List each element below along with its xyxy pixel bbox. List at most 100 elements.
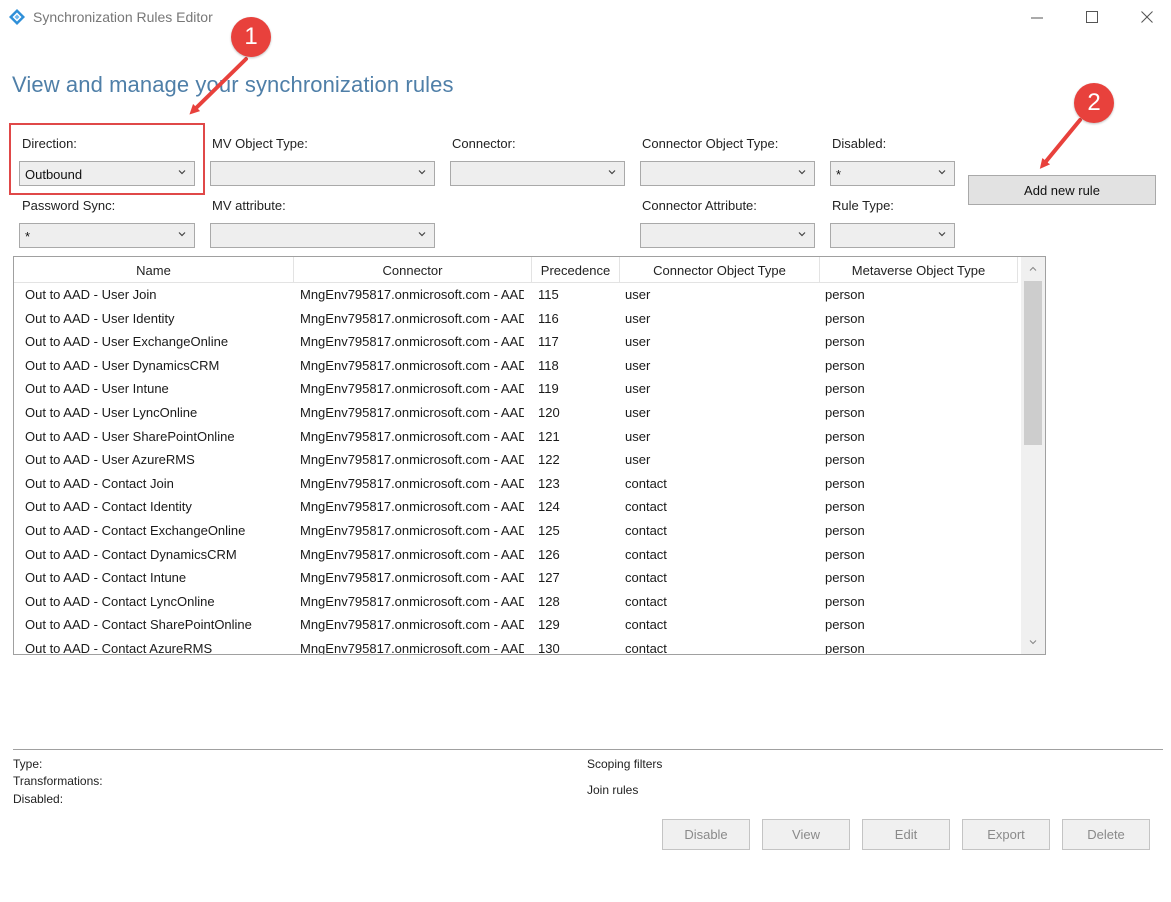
cell-precedence: 128 — [538, 593, 560, 609]
table-row[interactable]: Out to AAD - Contact LyncOnline MngEnv795… — [14, 590, 1018, 614]
export-button[interactable]: Export — [962, 819, 1050, 850]
cell-precedence: 129 — [538, 617, 560, 633]
chevron-down-icon — [178, 232, 186, 237]
window-title: Synchronization Rules Editor — [33, 9, 213, 25]
close-button[interactable] — [1132, 4, 1162, 30]
disabled-filter-select[interactable]: * — [830, 161, 955, 186]
cell-name: Out to AAD - User ExchangeOnline — [25, 334, 229, 350]
chevron-down-icon — [1029, 640, 1037, 645]
cell-name: Out to AAD - Contact DynamicsCRM — [25, 546, 237, 562]
cell-precedence: 126 — [538, 546, 560, 562]
chevron-down-icon — [418, 170, 426, 175]
chevron-up-icon — [1029, 266, 1037, 271]
table-row[interactable]: Out to AAD - User SharePointOnline MngEnv… — [14, 425, 1018, 449]
chevron-down-icon — [798, 232, 806, 237]
cell-connector: MngEnv795817.onmicrosoft.com - AAD — [300, 310, 524, 326]
cell-precedence: 117 — [538, 334, 559, 350]
table-row[interactable]: Out to AAD - Contact SharePointOnline Mng… — [14, 613, 1018, 637]
cell-connector: MngEnv795817.onmicrosoft.com - AAD — [300, 499, 524, 515]
chevron-down-icon — [608, 170, 616, 175]
rules-table[interactable]: Name Connector Precedence Connector Obje… — [13, 256, 1046, 655]
cell-metaverse-object-type: person — [825, 593, 865, 609]
connector-select[interactable] — [450, 161, 625, 186]
table-row[interactable]: Out to AAD - User Intune MngEnv795817.onm… — [14, 377, 1018, 401]
scroll-up-button[interactable] — [1021, 257, 1045, 281]
delete-button[interactable]: Delete — [1062, 819, 1150, 850]
column-header-connector[interactable]: Connector — [294, 257, 532, 283]
table-row[interactable]: Out to AAD - Contact Intune MngEnv795817.… — [14, 566, 1018, 590]
cell-connector-object-type: user — [625, 334, 651, 350]
table-row[interactable]: Out to AAD - Contact Join MngEnv795817.on… — [14, 472, 1018, 496]
table-row[interactable]: Out to AAD - User AzureRMS MngEnv795817.o… — [14, 448, 1018, 472]
scroll-down-button[interactable] — [1021, 630, 1045, 654]
chevron-down-icon — [938, 232, 946, 237]
maximize-icon — [1086, 11, 1098, 23]
rule-type-select[interactable] — [830, 223, 955, 248]
disabled-filter-label: Disabled: — [832, 136, 887, 151]
table-row[interactable]: Out to AAD - Contact Identity MngEnv79581… — [14, 495, 1018, 519]
cell-metaverse-object-type: person — [825, 617, 865, 633]
table-row[interactable]: Out to AAD - User Join MngEnv795817.onmic… — [14, 283, 1018, 307]
cell-name: Out to AAD - User LyncOnline — [25, 404, 198, 420]
cell-metaverse-object-type: person — [825, 475, 865, 491]
join-rules-label: Join rules — [587, 783, 639, 797]
disable-button[interactable]: Disable — [662, 819, 750, 850]
password-sync-select[interactable]: * — [19, 223, 195, 248]
cell-metaverse-object-type: person — [825, 640, 865, 655]
view-button[interactable]: View — [762, 819, 850, 850]
table-body: Out to AAD - User Join MngEnv795817.onmic… — [14, 283, 1018, 655]
cell-precedence: 121 — [538, 428, 560, 444]
cell-connector: MngEnv795817.onmicrosoft.com - AAD — [300, 546, 524, 562]
column-header-connector-object-type[interactable]: Connector Object Type — [620, 257, 820, 283]
cell-metaverse-object-type: person — [825, 570, 865, 586]
cell-metaverse-object-type: person — [825, 381, 865, 397]
column-header-metaverse-object-type[interactable]: Metaverse Object Type — [820, 257, 1018, 283]
callout-badge-1: 1 — [231, 17, 271, 57]
edit-button[interactable]: Edit — [862, 819, 950, 850]
scrollbar-thumb[interactable] — [1024, 281, 1042, 445]
cell-connector-object-type: contact — [625, 570, 667, 586]
cell-connector-object-type: contact — [625, 522, 667, 538]
connector-label: Connector: — [452, 136, 516, 151]
cell-connector: MngEnv795817.onmicrosoft.com - AAD — [300, 522, 524, 538]
table-row[interactable]: Out to AAD - Contact AzureRMS MngEnv79581… — [14, 637, 1018, 655]
cell-precedence: 120 — [538, 404, 560, 420]
table-row[interactable]: Out to AAD - User DynamicsCRM MngEnv79581… — [14, 354, 1018, 378]
connector-attribute-select[interactable] — [640, 223, 815, 248]
column-header-name[interactable]: Name — [14, 257, 294, 283]
title-bar: Synchronization Rules Editor — [0, 0, 1171, 34]
cell-name: Out to AAD - Contact ExchangeOnline — [25, 522, 246, 538]
connector-object-type-select[interactable] — [640, 161, 815, 186]
maximize-button[interactable] — [1077, 4, 1107, 30]
close-icon — [1141, 11, 1153, 23]
cell-name: Out to AAD - Contact SharePointOnline — [25, 617, 252, 633]
cell-connector-object-type: user — [625, 452, 651, 468]
table-row[interactable]: Out to AAD - User Identity MngEnv795817.o… — [14, 307, 1018, 331]
direction-highlight-box — [9, 123, 205, 195]
mv-attribute-select[interactable] — [210, 223, 435, 248]
table-row[interactable]: Out to AAD - User LyncOnline MngEnv795817… — [14, 401, 1018, 425]
column-header-precedence[interactable]: Precedence — [532, 257, 620, 283]
cell-metaverse-object-type: person — [825, 404, 865, 420]
table-row[interactable]: Out to AAD - User ExchangeOnline MngEnv79… — [14, 330, 1018, 354]
cell-connector-object-type: contact — [625, 640, 667, 655]
details-divider — [13, 749, 1163, 750]
type-label: Type: — [13, 757, 43, 771]
sync-diamond-icon — [9, 9, 25, 25]
cell-connector: MngEnv795817.onmicrosoft.com - AAD — [300, 357, 524, 373]
cell-connector: MngEnv795817.onmicrosoft.com - AAD — [300, 640, 524, 655]
table-row[interactable]: Out to AAD - Contact DynamicsCRM MngEnv79… — [14, 543, 1018, 567]
minimize-button[interactable] — [1022, 4, 1052, 30]
table-row[interactable]: Out to AAD - Contact ExchangeOnline MngEn… — [14, 519, 1018, 543]
mv-object-type-select[interactable] — [210, 161, 435, 186]
cell-connector: MngEnv795817.onmicrosoft.com - AAD — [300, 452, 524, 468]
cell-precedence: 130 — [538, 640, 560, 655]
cell-name: Out to AAD - User AzureRMS — [25, 452, 195, 468]
table-vertical-scrollbar[interactable] — [1021, 257, 1045, 654]
cell-metaverse-object-type: person — [825, 310, 865, 326]
add-new-rule-button[interactable]: Add new rule — [968, 175, 1156, 205]
cell-name: Out to AAD - User DynamicsCRM — [25, 357, 220, 373]
cell-connector-object-type: contact — [625, 546, 667, 562]
cell-precedence: 124 — [538, 499, 560, 515]
cell-name: Out to AAD - User Identity — [25, 310, 175, 326]
